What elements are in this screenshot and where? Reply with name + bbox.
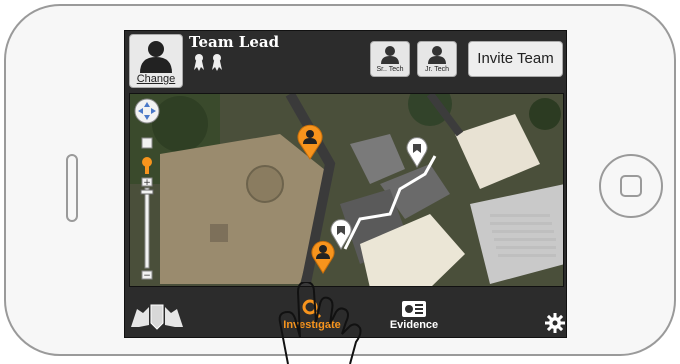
tap-gesture-hand-icon bbox=[278, 282, 362, 364]
home-button[interactable] bbox=[599, 154, 663, 218]
invite-team-button[interactable]: Invite Team bbox=[468, 41, 563, 77]
ribbon-badges bbox=[194, 54, 222, 71]
home-button-icon bbox=[620, 175, 642, 197]
team-member-marker-icon[interactable] bbox=[310, 238, 336, 274]
change-link[interactable]: Change bbox=[130, 73, 182, 85]
jr-tech-button[interactable]: Jr. Tech bbox=[417, 41, 457, 77]
satellite-map[interactable]: + − bbox=[129, 93, 564, 287]
zoom-slider-handle bbox=[140, 189, 154, 195]
user-silhouette-icon bbox=[140, 41, 172, 73]
svg-text:−: − bbox=[143, 271, 151, 281]
team-member-marker-icon[interactable] bbox=[296, 122, 324, 160]
tab-evidence-label: Evidence bbox=[389, 319, 439, 331]
user-icon bbox=[428, 46, 446, 64]
evidence-card-icon bbox=[402, 301, 426, 317]
zoom-slider bbox=[144, 187, 150, 269]
tab-evidence[interactable]: Evidence bbox=[379, 297, 449, 335]
ribbon-icon bbox=[212, 54, 222, 71]
map-type-icon bbox=[141, 137, 153, 149]
map-zoom-controls[interactable]: + − bbox=[132, 96, 162, 286]
profile-avatar[interactable]: Change bbox=[129, 34, 183, 88]
sr-tech-label: Sr.. Tech bbox=[376, 66, 404, 73]
evidence-marker-icon[interactable] bbox=[406, 136, 428, 168]
sr-tech-button[interactable]: Sr.. Tech bbox=[370, 41, 410, 77]
phone-speaker bbox=[66, 154, 78, 222]
crest-logo-icon bbox=[131, 304, 183, 330]
user-icon bbox=[381, 46, 399, 64]
jr-tech-label: Jr. Tech bbox=[425, 66, 449, 73]
ribbon-icon bbox=[194, 54, 204, 71]
map-imagery bbox=[130, 94, 563, 286]
gear-icon[interactable] bbox=[545, 313, 565, 333]
svg-text:+: + bbox=[143, 178, 151, 188]
pegman-icon bbox=[142, 157, 152, 167]
page-title: Team Lead bbox=[189, 33, 280, 51]
